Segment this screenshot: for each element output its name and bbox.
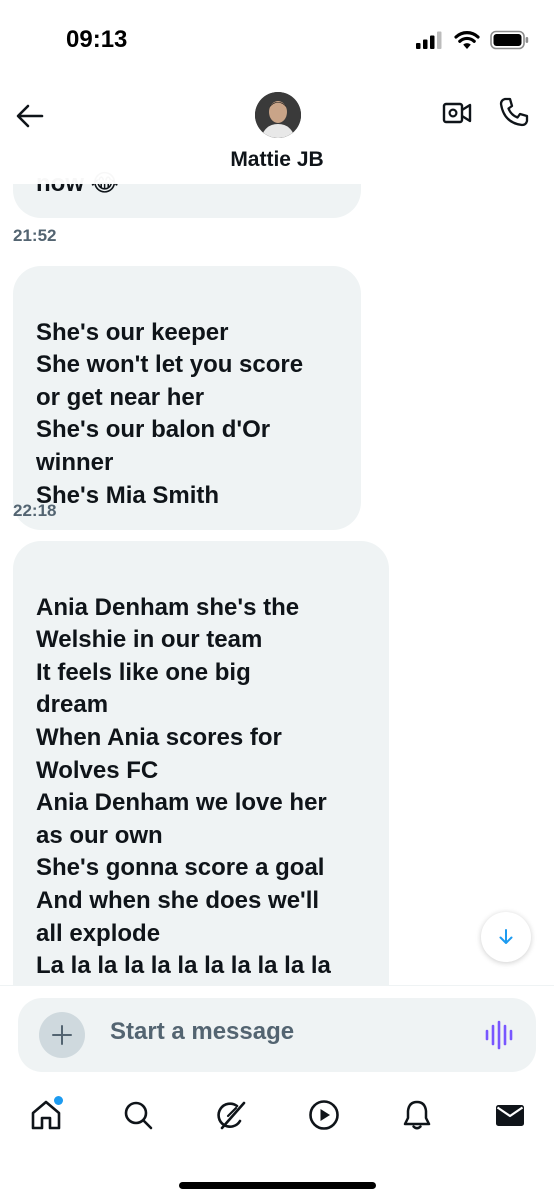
envelope-icon — [496, 1105, 524, 1126]
tab-search[interactable] — [121, 1098, 155, 1132]
scroll-to-bottom-button[interactable] — [481, 912, 531, 962]
tab-grok[interactable] — [214, 1098, 248, 1132]
tab-video[interactable] — [307, 1098, 341, 1132]
message-input[interactable]: Start a message — [110, 1018, 294, 1046]
tab-notifications[interactable] — [400, 1098, 434, 1132]
video-call-button[interactable] — [442, 98, 472, 128]
grok-icon — [217, 1101, 246, 1130]
message-bubble[interactable]: She's our keeper She won't let you score… — [13, 266, 361, 531]
conversation-header: Mattie JB — [0, 84, 554, 184]
bell-icon — [403, 1100, 431, 1130]
message-text: She's our keeper She won't let you score… — [36, 318, 304, 509]
voice-call-button[interactable] — [498, 96, 530, 128]
back-button[interactable] — [14, 100, 46, 132]
video-camera-icon — [442, 102, 472, 124]
arrow-left-icon — [16, 104, 44, 128]
voice-message-button[interactable] — [484, 1020, 514, 1050]
profile-photo-icon — [255, 92, 301, 138]
avatar[interactable] — [255, 92, 301, 138]
message-timestamp: 22:18 — [13, 501, 57, 520]
play-circle-icon — [309, 1100, 339, 1130]
tab-bar — [0, 1080, 554, 1200]
message-timestamp: 21:52 — [13, 226, 57, 245]
phone-icon — [499, 97, 529, 127]
home-indicator[interactable] — [179, 1182, 376, 1189]
voice-waveform-icon — [485, 1020, 513, 1050]
message-text: Ania Denham she's the Welshie in our tea… — [36, 593, 331, 980]
plus-icon — [52, 1025, 72, 1045]
add-media-button[interactable] — [39, 1012, 85, 1058]
search-icon — [124, 1101, 153, 1130]
tab-messages[interactable] — [493, 1098, 527, 1132]
composer-area: Start a message — [0, 985, 554, 1080]
home-notification-dot — [54, 1096, 63, 1105]
arrow-down-icon — [499, 929, 513, 944]
message-bubble[interactable]: Ania Denham she's the Welshie in our tea… — [13, 541, 389, 985]
contact-name[interactable]: Mattie JB — [0, 148, 554, 172]
message-composer: Start a message — [18, 998, 536, 1072]
